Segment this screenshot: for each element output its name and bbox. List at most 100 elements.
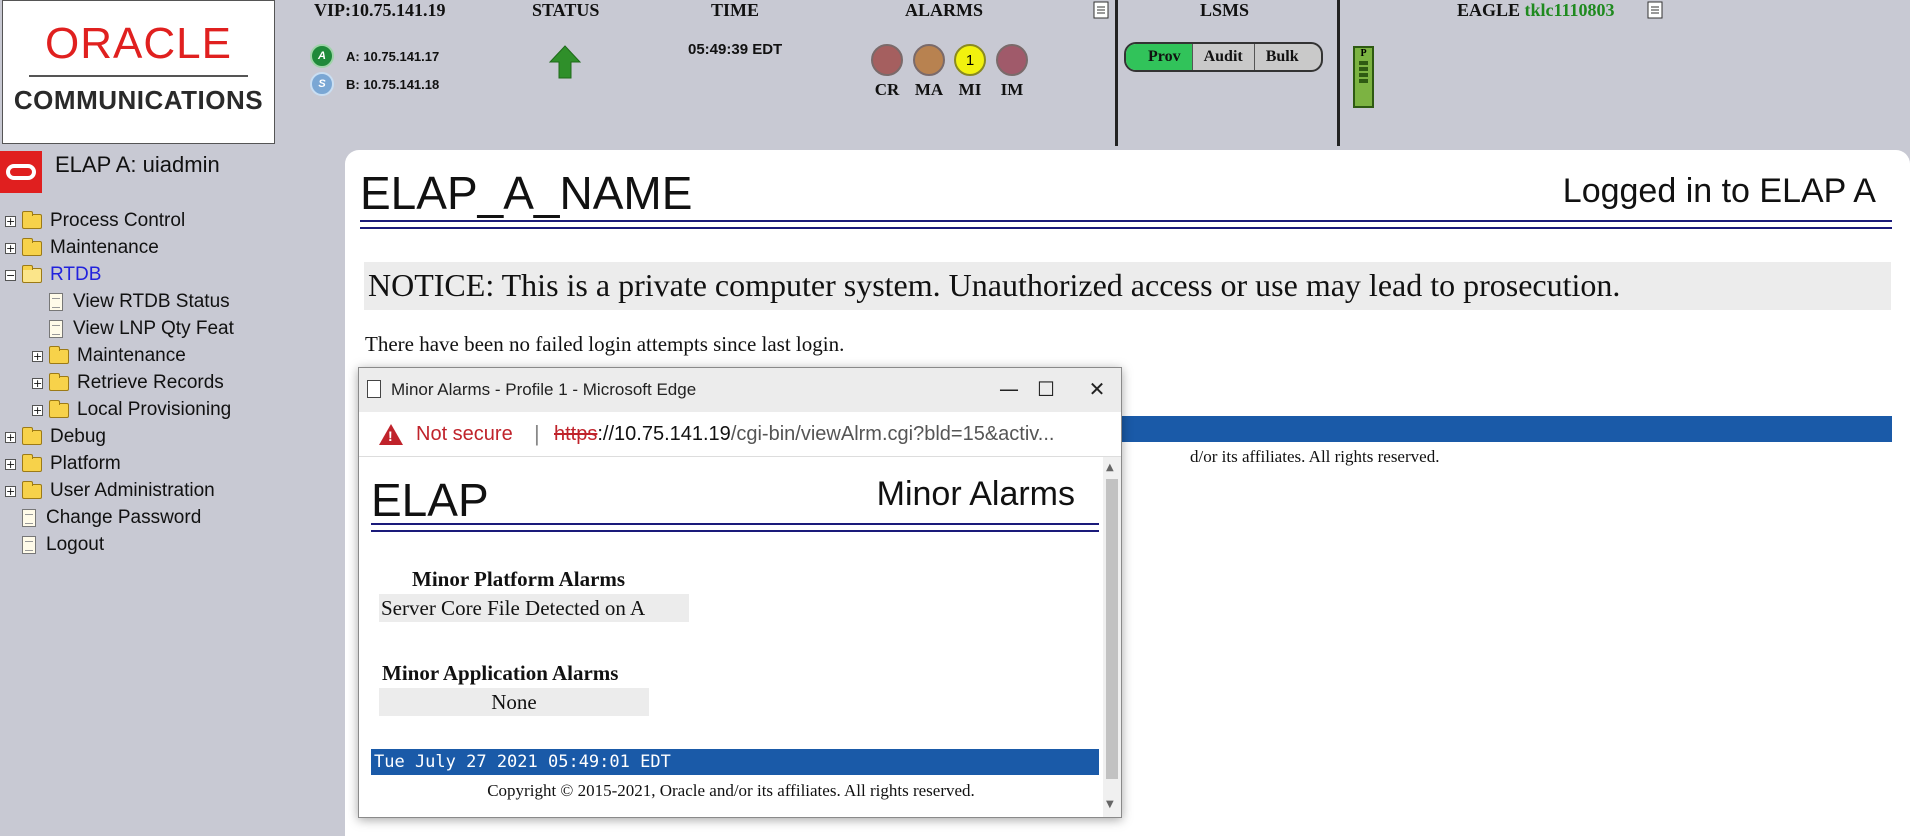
popup-heading: Minor Alarms: [876, 475, 1075, 513]
expand-icon[interactable]: +: [32, 377, 43, 389]
sidebar-user-title: ELAP A: uiadmin: [55, 152, 220, 177]
tree-item-label[interactable]: Retrieve Records: [77, 372, 224, 394]
scrollbar-thumb[interactable]: [1106, 479, 1118, 779]
tree-item-local-provisioning[interactable]: + Local Provisioning: [32, 397, 231, 423]
folder-icon: [22, 426, 42, 445]
eagle-report-icon[interactable]: [1647, 1, 1663, 19]
minor-alarm-lamp[interactable]: 1: [954, 44, 986, 76]
tree-item-label[interactable]: View LNP Qty Feat: [73, 318, 234, 340]
tree-item-retrieve-records[interactable]: + Retrieve Records: [32, 370, 224, 396]
login-status: Logged in to ELAP A: [1562, 172, 1876, 210]
time-value: 05:49:39 EDT: [688, 41, 783, 58]
tree-item-label[interactable]: Platform: [50, 453, 121, 475]
tree-item-rtdb[interactable]: − RTDB: [5, 262, 101, 288]
lsms-prov-button[interactable]: Prov: [1126, 44, 1193, 70]
open-folder-icon: [22, 264, 42, 283]
failed-login-message: There have been no failed login attempts…: [365, 332, 845, 356]
timestamp-bar: Tue July 27 2021 05:49:01 EDT: [371, 749, 1099, 775]
page-icon: [367, 380, 381, 398]
folder-icon: [49, 345, 69, 364]
tree-item-change-password[interactable]: Change Password: [5, 505, 201, 531]
navigation-sidebar: ELAP A: uiadmin + Process Control + Main…: [0, 148, 345, 836]
collapse-icon[interactable]: −: [5, 269, 16, 281]
vip-label: VIP:10.75.141.19: [314, 0, 446, 20]
tree-item-label[interactable]: Maintenance: [77, 345, 186, 367]
tree-item-maintenance[interactable]: + Maintenance: [5, 235, 159, 261]
expand-icon[interactable]: +: [32, 350, 43, 362]
status-up-arrow-icon[interactable]: [548, 44, 582, 80]
address-bar[interactable]: ! Not secure | https://10.75.141.19/cgi-…: [359, 412, 1121, 457]
popup-page-content: ELAP Minor Alarms Minor Platform Alarms …: [359, 457, 1103, 817]
header-divider: [1115, 0, 1118, 146]
critical-alarm-label: CR: [874, 80, 900, 99]
top-banner: ORACLE COMMUNICATIONS VIP:10.75.141.19 A…: [0, 0, 1910, 146]
lsms-bulk-button[interactable]: Bulk: [1255, 44, 1321, 70]
tree-item-rtdb-maintenance[interactable]: + Maintenance: [32, 343, 186, 369]
tree-item-label[interactable]: RTDB: [50, 264, 101, 286]
page-icon: [49, 293, 63, 311]
tree-item-process-control[interactable]: + Process Control: [5, 208, 185, 234]
page-icon: [22, 509, 36, 527]
logo-divider: [29, 75, 248, 77]
tree-item-view-lnp-qty-feat[interactable]: View LNP Qty Feat: [32, 316, 234, 342]
minimize-button[interactable]: —: [989, 374, 1029, 404]
scroll-up-icon[interactable]: ▲: [1106, 462, 1114, 473]
tree-item-view-rtdb-status[interactable]: View RTDB Status: [32, 289, 230, 315]
tree-item-platform[interactable]: + Platform: [5, 451, 121, 477]
tree-item-debug[interactable]: + Debug: [5, 424, 106, 450]
major-alarm-label: MA: [914, 80, 944, 99]
maximize-button[interactable]: ☐: [1026, 374, 1066, 404]
heading-divider: [371, 523, 1099, 532]
expand-icon[interactable]: +: [5, 215, 16, 227]
page-icon: [22, 536, 36, 554]
lsms-button-group: Prov Audit Bulk: [1124, 42, 1323, 72]
application-alarm-cell: None: [379, 688, 649, 716]
warning-icon[interactable]: !: [379, 424, 403, 445]
major-alarm-lamp[interactable]: [913, 44, 945, 76]
expand-icon[interactable]: +: [5, 431, 16, 443]
tree-item-label[interactable]: View RTDB Status: [73, 291, 230, 313]
window-titlebar[interactable]: Minor Alarms - Profile 1 - Microsoft Edg…: [359, 368, 1121, 412]
platform-alarm-cell: Server Core File Detected on A: [379, 594, 689, 622]
oracle-communications-logo: ORACLE COMMUNICATIONS: [2, 0, 275, 144]
server-standby-icon: S: [310, 72, 334, 96]
page-title: ELAP_A_NAME: [360, 167, 693, 219]
alarms-report-icon[interactable]: [1093, 1, 1109, 19]
platform-alarms-header: Minor Platform Alarms: [412, 567, 626, 591]
tree-item-label[interactable]: Maintenance: [50, 237, 159, 259]
tree-item-label[interactable]: Debug: [50, 426, 106, 448]
expand-icon[interactable]: +: [5, 458, 16, 470]
vertical-scrollbar[interactable]: ▲ ▼: [1103, 457, 1121, 817]
expand-icon[interactable]: +: [32, 404, 43, 416]
scroll-down-icon[interactable]: ▼: [1106, 799, 1114, 810]
critical-alarm-lamp[interactable]: [871, 44, 903, 76]
oracle-o-icon: [0, 151, 42, 193]
tree-item-user-administration[interactable]: + User Administration: [5, 478, 215, 504]
info-alarm-lamp[interactable]: [996, 44, 1028, 76]
not-secure-label[interactable]: Not secure: [416, 423, 513, 446]
info-alarm-label: IM: [1000, 80, 1024, 99]
folder-icon: [22, 453, 42, 472]
eagle-card-icon[interactable]: P: [1353, 46, 1374, 108]
popup-copyright: Copyright © 2015-2021, Oracle and/or its…: [487, 781, 975, 800]
url-text[interactable]: https://10.75.141.19/cgi-bin/viewAlrm.cg…: [554, 423, 1104, 446]
tree-item-label[interactable]: Logout: [46, 534, 104, 556]
title-divider: [360, 220, 1892, 229]
tree-item-label[interactable]: Process Control: [50, 210, 185, 232]
window-title: Minor Alarms - Profile 1 - Microsoft Edg…: [391, 380, 697, 399]
expand-icon[interactable]: +: [5, 242, 16, 254]
server-b-row: S B: 10.75.141.18: [310, 72, 439, 96]
expand-icon[interactable]: +: [5, 485, 16, 497]
tree-item-label[interactable]: User Administration: [50, 480, 215, 502]
tree-item-label[interactable]: Change Password: [46, 507, 201, 529]
application-alarms-header: Minor Application Alarms: [382, 661, 619, 685]
header-divider: [1337, 0, 1340, 146]
folder-icon: [49, 399, 69, 418]
lsms-audit-button[interactable]: Audit: [1193, 44, 1255, 70]
tree-item-logout[interactable]: Logout: [5, 532, 104, 558]
close-button[interactable]: ✕: [1077, 374, 1117, 404]
lsms-label: LSMS: [1200, 0, 1250, 20]
minor-alarms-popup-window: Minor Alarms - Profile 1 - Microsoft Edg…: [358, 367, 1122, 818]
tree-item-label[interactable]: Local Provisioning: [77, 399, 231, 421]
eagle-name: tklc1110803: [1524, 0, 1615, 20]
